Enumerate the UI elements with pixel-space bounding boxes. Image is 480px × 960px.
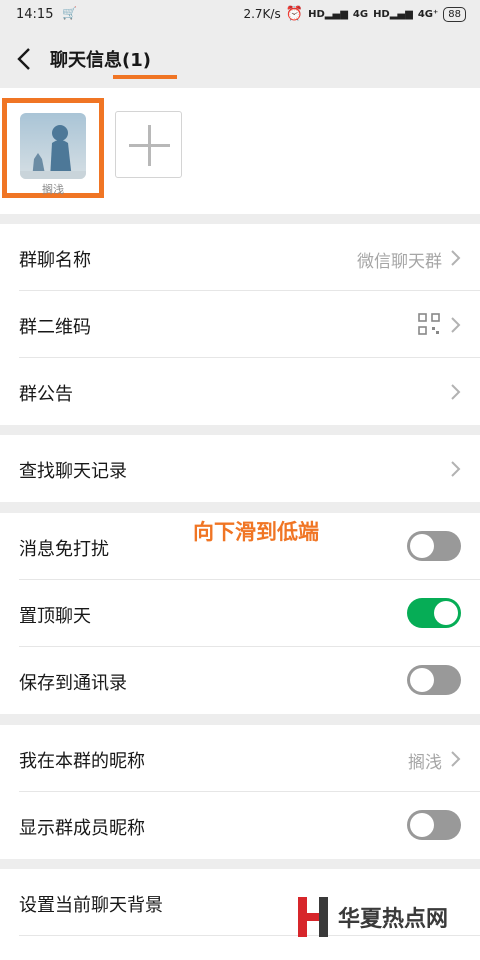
group-qrcode-label: 群二维码	[19, 317, 91, 338]
pin-label: 置顶聊天	[19, 606, 91, 627]
watermark-text: 华夏热点网	[338, 906, 449, 932]
signal-icon-1: HD▂▄▆	[308, 8, 348, 20]
group-info-section: 群聊名称 微信聊天群 群二维码 群公告	[0, 224, 480, 425]
my-nickname-label: 我在本群的昵称	[19, 751, 145, 772]
annotation-underline	[113, 75, 177, 79]
search-history-label: 查找聊天记录	[19, 461, 127, 482]
chevron-right-icon	[451, 384, 461, 400]
alarm-icon: ⏰	[285, 6, 304, 22]
toggle-knob	[410, 668, 434, 692]
show-nickname-toggle[interactable]	[407, 810, 461, 840]
member-name: 搁浅	[42, 183, 64, 196]
watermark: 华夏热点网	[296, 895, 448, 939]
group-name-label: 群聊名称	[19, 250, 91, 271]
watermark-logo-icon	[298, 897, 328, 937]
search-history-row[interactable]: 查找聊天记录	[0, 435, 480, 502]
chat-background-label: 设置当前聊天背景	[19, 895, 163, 916]
title-bar: 聊天信息(1)	[0, 30, 480, 88]
group-name-value: 微信聊天群	[357, 252, 442, 272]
chevron-left-icon[interactable]	[14, 46, 36, 72]
my-nickname-value: 搁浅	[408, 753, 442, 773]
status-time: 14:15	[16, 7, 54, 22]
group-qrcode-row[interactable]: 群二维码	[0, 291, 480, 358]
member-panel: 搁浅	[0, 88, 480, 214]
signal-label-1: 4G	[352, 8, 369, 20]
save-contacts-label: 保存到通讯录	[19, 673, 127, 694]
save-contacts-toggle[interactable]	[407, 665, 461, 695]
show-nickname-row: 显示群成员昵称	[0, 792, 480, 859]
status-bar: 14:15 🛒 2.7K/s ⏰ HD▂▄▆ 4G HD▂▄▆ 4G⁺ 88	[0, 0, 480, 30]
chevron-right-icon	[451, 751, 461, 767]
mute-toggle[interactable]	[407, 531, 461, 561]
chevron-right-icon	[451, 317, 461, 333]
battery-icon: 88	[443, 6, 466, 22]
plus-icon	[129, 125, 170, 166]
toggle-knob	[410, 534, 434, 558]
mute-label: 消息免打扰	[19, 539, 109, 560]
pin-row: 置顶聊天	[0, 580, 480, 647]
toggle-knob	[434, 601, 458, 625]
status-right: 2.7K/s ⏰ HD▂▄▆ 4G HD▂▄▆ 4G⁺ 88	[243, 6, 466, 22]
network-speed: 2.7K/s	[243, 7, 281, 21]
page-title: 聊天信息(1)	[50, 50, 151, 71]
my-nickname-row[interactable]: 我在本群的昵称 搁浅	[0, 725, 480, 792]
cart-icon: 🛒	[62, 6, 77, 20]
qrcode-icon	[418, 313, 440, 335]
toggle-knob	[410, 813, 434, 837]
chevron-right-icon	[451, 250, 461, 266]
search-section: 查找聊天记录	[0, 435, 480, 502]
nickname-section: 我在本群的昵称 搁浅 显示群成员昵称	[0, 725, 480, 859]
avatar[interactable]	[20, 113, 86, 179]
signal-icon-2: HD▂▄▆	[373, 8, 413, 20]
chevron-right-icon	[451, 461, 461, 477]
add-member-button[interactable]	[115, 111, 182, 178]
pin-toggle[interactable]	[407, 598, 461, 628]
group-notice-label: 群公告	[19, 384, 73, 405]
annotation-text: 向下滑到低端	[193, 520, 319, 544]
show-nickname-label: 显示群成员昵称	[19, 818, 145, 839]
member-highlight-box: 搁浅	[2, 98, 104, 198]
group-name-row[interactable]: 群聊名称 微信聊天群	[0, 224, 480, 291]
group-notice-row[interactable]: 群公告	[0, 358, 480, 425]
save-contacts-row: 保存到通讯录	[0, 647, 480, 714]
signal-label-2: 4G⁺	[417, 8, 439, 20]
